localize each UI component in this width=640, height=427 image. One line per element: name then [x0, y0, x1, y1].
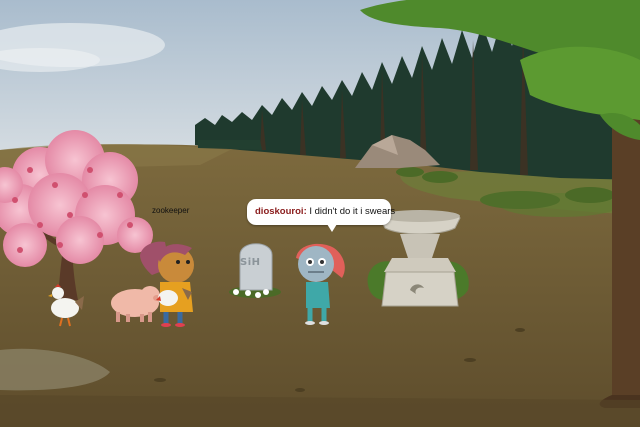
game-scene[interactable]: SiH zookeeper dioskouroi: I didn't do it… [0, 0, 640, 427]
chat-bubble: dioskouroi: I didn't do it i swears [247, 199, 395, 232]
chat-message: I didn't do it i swears [306, 206, 396, 217]
chat-speaker[interactable]: dioskouroi [255, 206, 304, 217]
